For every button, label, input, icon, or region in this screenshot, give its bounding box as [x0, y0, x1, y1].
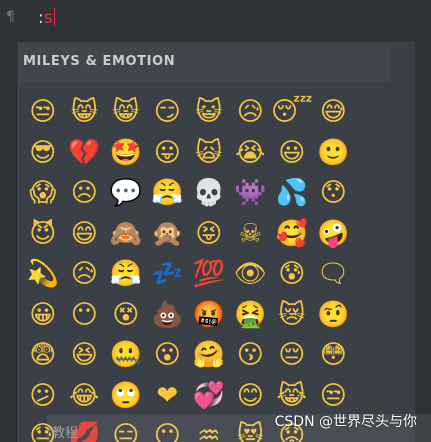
emoji-option[interactable]: 😤 [147, 173, 189, 214]
emoji-option[interactable]: 💀 [188, 173, 230, 214]
emoji-option[interactable]: 😎 [22, 133, 64, 174]
emoji-option[interactable]: 🤪 [313, 214, 355, 255]
emoji-option[interactable]: 💞 [188, 376, 230, 417]
emoji-option[interactable]: 😒 [313, 376, 355, 417]
editor-line[interactable]: ¶ :s [0, 0, 431, 38]
emoji-picker: MILEYS & EMOTION 😒 😸 😸 😏 😺 😥 😴 😅 😎 💔 🤩 😛 🙀 😭 😃 🙂 😱 ☹ 💬 😤 💀 👾 💦… [18, 42, 415, 442]
emoji-option[interactable]: 🤐 [105, 335, 147, 376]
emoji-option[interactable]: 😱 [22, 173, 64, 214]
emoji-option[interactable]: 💔 [64, 133, 106, 174]
emoji-option[interactable]: ☠ [230, 214, 272, 255]
emoji-option[interactable]: 👁 [230, 254, 272, 295]
emoji-option[interactable]: 🙀 [188, 133, 230, 174]
text-cursor [53, 8, 55, 26]
emoji-option[interactable]: 😰 [271, 254, 313, 295]
emoji-option[interactable]: 😯 [313, 173, 355, 214]
paragraph-icon: ¶ [6, 9, 15, 25]
scrollbar[interactable] [393, 42, 415, 442]
watermark: CSDN @世界尽头与你 [274, 414, 417, 430]
emoji-option[interactable]: 😆 [64, 335, 106, 376]
emoji-option[interactable]: 🤨 [313, 295, 355, 336]
emoji-option[interactable]: 🙈 [105, 214, 147, 255]
emoji-option[interactable]: 😂 [64, 376, 106, 417]
emoji-option[interactable]: 🤗 [188, 335, 230, 376]
emoji-option[interactable]: ❤ [147, 376, 189, 417]
emoji-option[interactable]: 🥰 [271, 214, 313, 255]
emoji-option[interactable]: 😶 [64, 295, 106, 336]
emoji-option[interactable]: 😳 [313, 335, 355, 376]
emoji-option[interactable]: 😿 [271, 295, 313, 336]
emoji-option[interactable]: 🗨 [313, 254, 355, 295]
emoji-option[interactable]: 🙂 [313, 133, 355, 174]
emoji-option[interactable]: 😔 [271, 335, 313, 376]
emoji-option[interactable]: 🤬 [188, 295, 230, 336]
emoji-option[interactable]: 😴 [271, 92, 313, 133]
category-header: MILEYS & EMOTION [19, 42, 391, 82]
emoji-option[interactable]: 💫 [22, 254, 64, 295]
emoji-option[interactable]: 😗 [230, 335, 272, 376]
emoji-option[interactable]: 😀 [22, 295, 64, 336]
emoji-option[interactable]: 😏 [147, 92, 189, 133]
document-text: 教程 [52, 426, 79, 441]
emoji-grid: 😒 😸 😸 😏 😺 😥 😴 😅 😎 💔 🤩 😛 🙀 😭 😃 🙂 😱 ☹ 💬 😤 💀 👾 💦 😯 😈 😄 🙈 🙊 😝 ☠ 🥰 🤪 💫 😥 😤 💤 💯 👁 😰 🗨… [22, 92, 392, 442]
emoji-option[interactable]: 😊 [230, 376, 272, 417]
emoji-option[interactable]: 💬 [105, 173, 147, 214]
emoji-option[interactable]: 😸 [64, 92, 106, 133]
emoji-option[interactable]: 😤 [105, 254, 147, 295]
emoji-option[interactable]: 🙊 [147, 214, 189, 255]
emoji-option[interactable]: 😃 [271, 133, 313, 174]
emoji-option[interactable]: 😭 [230, 133, 272, 174]
emoji-option[interactable]: 💯 [188, 254, 230, 295]
emoji-option[interactable]: 😄 [64, 214, 106, 255]
emoji-option[interactable]: 😥 [230, 92, 272, 133]
emoji-option[interactable]: 😵 [105, 295, 147, 336]
emoji-option[interactable]: 🤮 [230, 295, 272, 336]
emoji-option[interactable]: 💦 [271, 173, 313, 214]
emoji-option[interactable]: 😈 [22, 214, 64, 255]
emoji-option[interactable]: 😥 [64, 254, 106, 295]
emoji-option[interactable]: 😒 [22, 92, 64, 133]
typed-text[interactable]: :s [38, 8, 55, 28]
emoji-option[interactable]: 🙄 [105, 376, 147, 417]
typed-letter: s [43, 8, 53, 28]
emoji-option[interactable]: 😅 [313, 92, 355, 133]
emoji-option[interactable]: 😮 [147, 335, 189, 376]
emoji-option[interactable]: ☹ [64, 173, 106, 214]
emoji-option[interactable]: 😛 [147, 133, 189, 174]
emoji-option[interactable]: 😝 [188, 214, 230, 255]
emoji-option[interactable]: 😸 [105, 92, 147, 133]
emoji-option[interactable]: 🤩 [105, 133, 147, 174]
emoji-option[interactable]: 😺 [188, 92, 230, 133]
emoji-option[interactable]: 👾 [230, 173, 272, 214]
emoji-option[interactable]: 💩 [147, 295, 189, 336]
emoji-option[interactable]: 😹 [271, 376, 313, 417]
emoji-option[interactable]: 😕 [22, 376, 64, 417]
emoji-option[interactable]: 😨 [22, 335, 64, 376]
emoji-option[interactable]: 💤 [147, 254, 189, 295]
